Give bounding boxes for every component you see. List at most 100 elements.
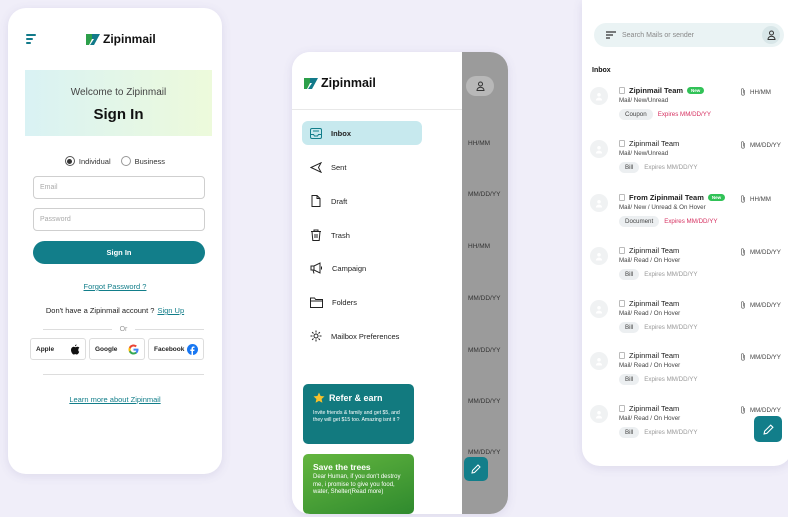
refer-earn-card[interactable]: Refer & earn Invite friends & family and… [303,384,414,444]
checkbox[interactable] [619,405,625,412]
refer-description: Invite friends & family and get $5, and … [313,410,400,423]
inbox-icon [310,127,322,139]
welcome-banner: Welcome to Zipinmail Sign In [25,70,212,136]
menu-item-label: Sent [331,162,347,172]
mail-row[interactable]: Zipinmail Team Mail/ Read / On Hover Bill E… [582,240,788,292]
mail-row[interactable]: Zipinmail Team New Mail/ New/Unread Coupon E… [582,80,788,132]
category-tag[interactable]: Bill [619,427,640,438]
radio-unchecked-icon [120,156,131,166]
filter-icon [606,31,616,39]
sender-avatar [590,87,608,105]
google-label: Google [95,345,118,353]
category-tag[interactable]: Bill [619,162,640,173]
new-badge: New [707,194,726,201]
attachment-icon [741,353,745,361]
category-tag[interactable]: Coupon [619,109,653,120]
save-trees-description: Dear Human, if you don't destroy me, i p… [313,474,401,495]
avatar-button[interactable] [466,76,494,96]
mail-time-label: MM/DD/YY [750,248,781,256]
email-field[interactable]: Email [33,176,205,199]
mail-time-label: HH/MM [750,195,771,203]
mail-status: Mail/ Read / On Hover [619,415,681,422]
google-login-button[interactable]: Google [89,338,145,360]
menu-item-folders[interactable]: Folders [302,290,422,314]
menu-item-trash[interactable]: Trash [302,223,422,247]
expiry-label: Expires MM/DD/YY [644,271,698,278]
mail-row[interactable]: Zipinmail Team Mail/ New/Unread Bill Expire… [582,133,788,185]
category-tag[interactable]: Bill [619,322,640,333]
mail-row[interactable]: Zipinmail Team Mail/ Read / On Hover Bill E… [582,293,788,345]
search-input[interactable]: Search Mails or sender [594,23,784,47]
checkbox[interactable] [619,300,625,307]
mail-tags: Bill Expires MM/DD/YY [619,162,698,173]
mail-tags: Bill Expires MM/DD/YY [619,322,698,333]
menu-item-inbox[interactable]: Inbox [302,121,422,145]
expiry-label: Expires MM/DD/YY [657,111,711,118]
sender-avatar [590,140,608,158]
mail-time-label: MM/DD/YY [750,301,781,309]
sender-avatar [590,352,608,370]
forgot-password-link[interactable]: Forgot Password ? [8,282,222,291]
or-label: Or [119,326,128,333]
category-tag[interactable]: Bill [619,269,640,280]
compose-button[interactable] [464,457,488,481]
sender-line: Zipinmail Team [619,404,679,413]
mail-status: Mail/ New / Unread & On Hover [619,204,706,211]
sender-name: Zipinmail Team [629,246,680,255]
expiry-label: Expires MM/DD/YY [664,218,718,225]
sender-avatar [590,194,608,212]
apple-label: Apple [36,345,55,353]
apple-login-button[interactable]: Apple [30,338,86,360]
attachment-icon [741,141,745,149]
trash-icon [311,229,321,241]
avatar-button[interactable] [762,26,780,44]
sender-avatar [590,247,608,265]
dimmed-inbox-overlay[interactable] [462,52,508,514]
mail-status: Mail/ Read / On Hover [619,362,681,369]
menu-item-label: Campaign [332,263,367,273]
background-time: MM/DD/YY [468,398,501,405]
menu-item-draft[interactable]: Draft [302,189,422,213]
mail-time: MM/DD/YY [740,141,781,149]
facebook-login-button[interactable]: Facebook [148,338,204,360]
user-icon [595,305,603,313]
mail-time: MM/DD/YY [740,301,781,309]
inbox-screen: Search Mails or sender Inbox Zipinmail T… [582,0,788,466]
mail-time-label: MM/DD/YY [750,406,781,414]
checkbox[interactable] [619,247,625,254]
mail-row[interactable]: Zipinmail Team Mail/ Read / On Hover Bill E… [582,345,788,397]
learn-more-link[interactable]: Learn more about Zipinmail [8,395,222,404]
star-icon [313,392,325,403]
radio-business[interactable]: Business [120,156,165,166]
checkbox[interactable] [619,140,625,147]
signin-button[interactable]: Sign In [33,241,205,264]
pencil-icon [471,464,481,474]
checkbox[interactable] [619,87,625,94]
radio-individual[interactable]: Individual [64,156,111,166]
expiry-label: Expires MM/DD/YY [644,376,698,383]
sender-name: Zipinmail Team [629,139,680,148]
password-field[interactable]: Password [33,208,205,231]
checkbox[interactable] [619,194,625,201]
save-trees-card[interactable]: Save the trees Dear Human, if you don't … [303,454,414,514]
menu-item-sent[interactable]: Sent [302,155,422,179]
signup-link[interactable]: Sign Up [157,306,184,315]
compose-button[interactable] [754,416,782,442]
user-icon [595,145,603,153]
signin-screen: Zipinmail Welcome to Zipinmail Sign In I… [8,8,222,474]
brand-name: Zipinmail [321,76,376,90]
apple-icon [71,344,80,354]
sender-avatar [590,405,608,423]
menu-screen: HH/MM MM/DD/YY HH/MM MM/DD/YY MM/DD/YY M… [292,52,508,514]
menu-icon[interactable] [26,34,38,44]
menu-item-mailbox-preferences[interactable]: Mailbox Preferences [302,324,422,348]
mail-tags: Document Expires MM/DD/YY [619,216,718,227]
mail-row[interactable]: From Zipinmail Team New Mail/ New / Unread… [582,187,788,239]
category-tag[interactable]: Document [619,216,660,227]
user-icon [595,357,603,365]
checkbox[interactable] [619,352,625,359]
menu-item-campaign[interactable]: Campaign [302,256,422,280]
menu-item-label: Draft [331,196,348,206]
category-tag[interactable]: Bill [619,374,640,385]
logo: Zipinmail [86,32,156,46]
